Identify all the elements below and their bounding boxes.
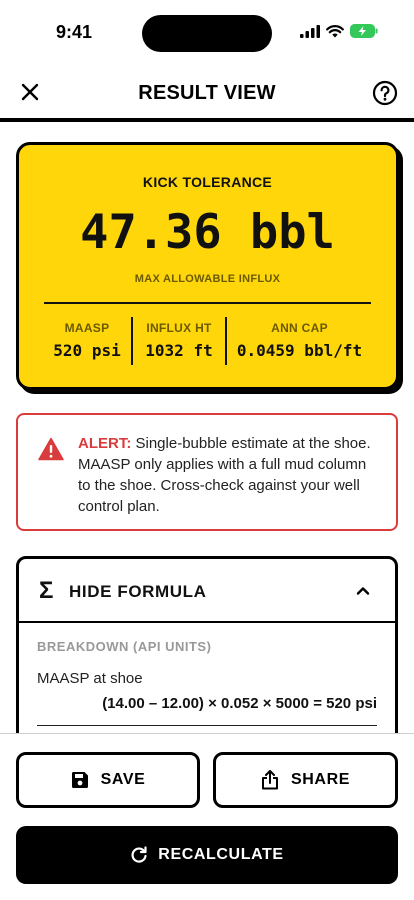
status-icons	[300, 24, 378, 38]
status-bar: 9:41	[0, 0, 414, 66]
formula-row-equation: (14.00 – 12.00) × 0.052 × 5000 = 520 psi	[102, 695, 377, 712]
nav-header: RESULT VIEW	[0, 66, 414, 122]
alert-label: ALERT:	[78, 435, 132, 452]
formula-panel: Σ HIDE FORMULA BREAKDOWN (API UNITS) MAA…	[16, 556, 398, 756]
battery-charging-icon	[350, 24, 378, 38]
formula-toggle-label: HIDE FORMULA	[69, 582, 207, 601]
wifi-icon	[326, 24, 344, 37]
save-button[interactable]: SAVE	[16, 752, 200, 808]
help-icon	[372, 80, 398, 106]
refresh-icon	[131, 846, 147, 863]
value-caption: MAX ALLOWABLE INFLUX	[134, 273, 281, 285]
warning-triangle-icon	[38, 437, 64, 461]
formula-row-divider	[37, 725, 377, 726]
breakdown-label: BREAKDOWN (API UNITS)	[37, 639, 212, 654]
share-button[interactable]: SHARE	[213, 752, 398, 808]
formula-row-label: MAASP at shoe	[37, 670, 143, 687]
metric-value: 520 psi	[53, 341, 121, 360]
alert-box: ALERT: Single-bubble estimate at the sho…	[16, 413, 398, 531]
result-card: KICK TOLERANCE 47.36 bbl MAX ALLOWABLE I…	[16, 142, 399, 390]
status-time: 9:41	[56, 22, 93, 42]
recalculate-button[interactable]: RECALCULATE	[16, 826, 398, 884]
page-title: RESULT VIEW	[138, 82, 276, 104]
metric-label: ANN CAP	[271, 321, 328, 335]
metric-label: INFLUX HT	[146, 321, 212, 335]
save-icon	[71, 772, 88, 788]
collapse-button[interactable]	[351, 579, 375, 603]
sigma-icon: Σ	[39, 577, 54, 604]
metric-label: MAASP	[64, 321, 110, 335]
metrics-row: MAASP 520 psi INFLUX HT 1032 ft ANN CAP …	[43, 317, 372, 365]
bottom-action-bar: SAVE SHARE RECALCULATE	[0, 733, 414, 900]
save-label: SAVE	[100, 771, 146, 788]
result-heading: KICK TOLERANCE	[142, 174, 273, 190]
metric-annular-capacity: ANN CAP 0.0459 bbl/ft	[225, 317, 372, 365]
chevron-up-icon	[356, 587, 370, 595]
metric-value: 0.0459 bbl/ft	[236, 341, 363, 360]
metric-value: 1032 ft	[145, 341, 213, 360]
kick-tolerance-value: 47.36 bbl	[80, 205, 335, 260]
formula-divider	[19, 621, 395, 623]
metric-influx-height: INFLUX HT 1032 ft	[131, 317, 225, 365]
share-icon	[261, 770, 278, 790]
card-divider	[44, 302, 371, 304]
help-button[interactable]	[372, 80, 398, 106]
metric-maasp: MAASP 520 psi	[43, 317, 131, 365]
dynamic-island	[142, 15, 272, 52]
alert-message: ALERT: Single-bubble estimate at the sho…	[78, 433, 382, 517]
cellular-signal-icon	[300, 24, 320, 38]
share-label: SHARE	[290, 771, 350, 788]
recalculate-label: RECALCULATE	[158, 846, 284, 863]
